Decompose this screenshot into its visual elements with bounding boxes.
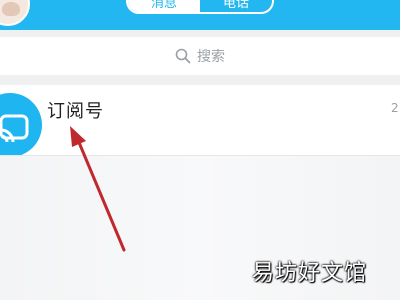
subscription-avatar <box>0 93 42 157</box>
list-item-time: 2 <box>391 101 399 115</box>
section-separator <box>0 30 400 37</box>
tab-messages[interactable]: 消息 <box>128 0 200 12</box>
search-placeholder: 搜索 <box>197 49 225 65</box>
top-navigation-bar: 消息 电话 <box>0 0 400 30</box>
app-screen: 消息 电话 搜索 订阅号 2 易坊好文馆 <box>0 0 400 300</box>
tab-messages-label: 消息 <box>150 0 177 11</box>
message-call-segmented-control: 消息 电话 <box>126 0 274 14</box>
tab-calls-label: 电话 <box>222 0 249 11</box>
list-item-subscription-title: 订阅号 <box>47 101 104 122</box>
search-bar[interactable]: 搜索 <box>0 37 400 75</box>
list-item-subscription[interactable]: 订阅号 2 <box>0 85 400 157</box>
watermark-text: 易坊好文馆 <box>252 261 368 286</box>
user-avatar[interactable] <box>0 0 30 26</box>
search-icon <box>175 48 191 64</box>
section-separator <box>0 75 400 85</box>
tab-calls[interactable]: 电话 <box>200 0 272 12</box>
subscription-icon <box>0 114 29 143</box>
